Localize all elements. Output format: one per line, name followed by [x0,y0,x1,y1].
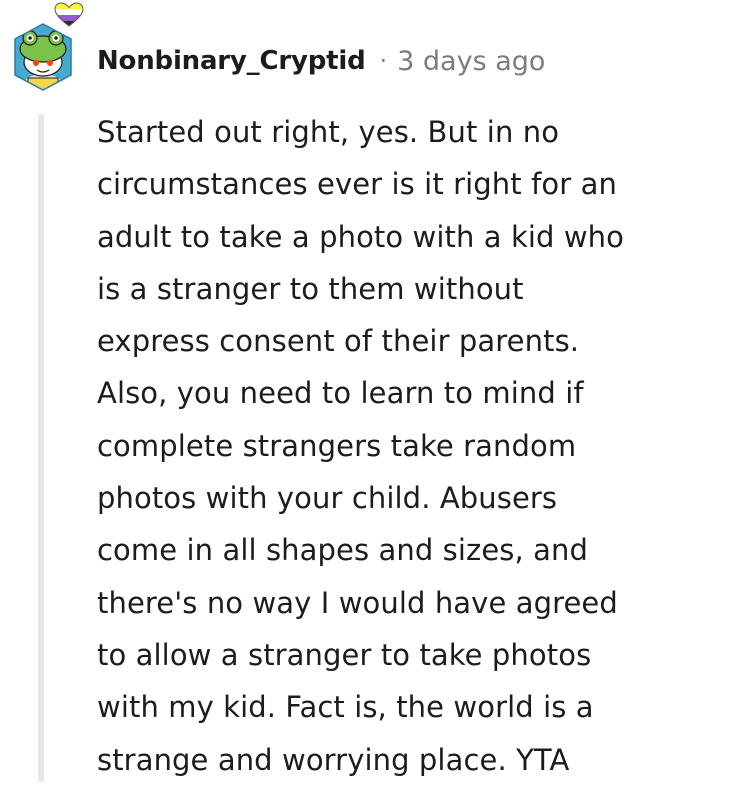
header-separator: · [379,47,388,75]
username-link[interactable]: Nonbinary_Cryptid [97,46,366,76]
comment-body-line: circumstances ever is it right for an [97,167,617,202]
comment-body-line: Also, you need to learn to mind if [97,376,584,411]
comment-body-line: strange and worrying place. YTA [97,742,570,777]
comment-body-line: photos with your child. Abusers [97,481,558,516]
timestamp-link[interactable]: 3 days ago [397,46,545,77]
comment: Nonbinary_Cryptid · 3 days ago Started o… [0,0,745,782]
comment-body-line: complete strangers take random [97,428,577,463]
comment-body-line: there's no way I would have agreed [97,585,618,620]
comment-body-line: express consent of their parents. [97,324,580,359]
comment-body-line: is a stranger to them without [97,271,524,306]
comment-body: Started out right, yes. But in no circum… [97,106,727,786]
comment-header: Nonbinary_Cryptid · 3 days ago [97,41,545,81]
avatar-container[interactable] [6,0,86,96]
comment-body-line: adult to take a photo with a kid who [97,219,625,254]
comment-body-line: to allow a stranger to take photos [97,637,592,672]
comment-body-line: come in all shapes and sizes, and [97,533,589,568]
thread-collapse-line[interactable] [38,114,44,782]
comment-body-line: with my kid. Fact is, the world is a [97,690,594,725]
snoo-frog-hat-avatar-icon [14,23,72,91]
comment-body-line: Started out right, yes. But in no [97,115,560,149]
